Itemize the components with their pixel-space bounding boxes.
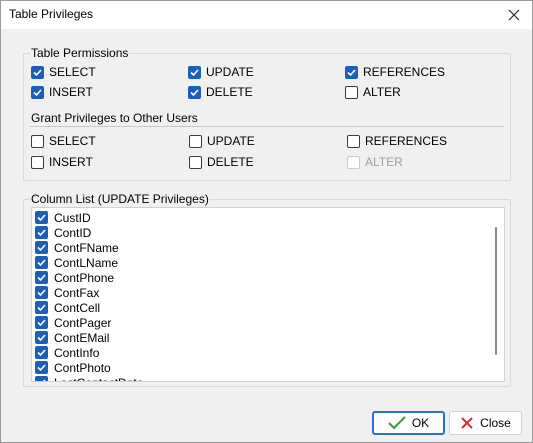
column-list-item[interactable]: ContFName: [35, 240, 119, 255]
close-icon[interactable]: [504, 5, 524, 25]
column-list-item[interactable]: ContPhone: [35, 270, 114, 285]
grant-privileges-legend: Grant Privileges to Other Users: [30, 111, 199, 125]
column-name: ContFax: [54, 285, 100, 300]
perm-references-checkbox[interactable]: REFERENCES: [345, 64, 445, 80]
column-list-item[interactable]: ContCell: [35, 300, 100, 315]
column-name: ContLName: [54, 255, 119, 270]
ok-button[interactable]: OK: [372, 411, 445, 435]
window-title: Table Privileges: [9, 7, 94, 21]
grant-insert-checkbox[interactable]: INSERT: [31, 154, 93, 170]
checkbox-checked-icon[interactable]: [35, 361, 48, 374]
column-name: ContEMail: [54, 330, 110, 345]
column-list-item[interactable]: ContEMail: [35, 330, 109, 345]
grant-alter-checkbox: ALTER: [347, 154, 403, 170]
checkbox-checked-icon[interactable]: [35, 316, 48, 329]
perm-select-checkbox[interactable]: SELECT: [31, 64, 96, 80]
column-list-item[interactable]: ContID: [35, 225, 91, 240]
checkbox-unchecked-icon: [347, 134, 360, 148]
perm-update-checkbox[interactable]: UPDATE: [188, 64, 254, 80]
close-x-icon: [460, 416, 474, 430]
perm-delete-label: DELETE: [206, 85, 253, 99]
checkbox-checked-icon[interactable]: [35, 376, 48, 381]
column-name: LastContactDate: [54, 376, 143, 382]
checkbox-unchecked-icon: [189, 155, 202, 169]
table-permissions-legend: Table Permissions: [30, 46, 130, 60]
close-button-label: Close: [480, 416, 511, 430]
grant-insert-label: INSERT: [49, 155, 93, 169]
column-listbox[interactable]: CustID ContID ContFName ContLName ContPhone C…: [31, 207, 505, 382]
column-name: ContPager: [54, 315, 112, 330]
perm-insert-checkbox[interactable]: INSERT: [31, 84, 93, 100]
grant-select-label: SELECT: [49, 134, 96, 148]
column-name: ContFName: [54, 240, 119, 255]
column-list-legend: Column List (UPDATE Privileges): [30, 192, 210, 206]
column-name: ContInfo: [54, 345, 100, 360]
close-button[interactable]: Close: [449, 411, 522, 435]
perm-insert-label: INSERT: [49, 85, 93, 99]
column-list-item[interactable]: ContInfo: [35, 345, 99, 360]
column-list-item[interactable]: CustID: [35, 210, 91, 225]
checkbox-checked-icon[interactable]: [35, 301, 48, 314]
checkbox-checked-icon[interactable]: [35, 271, 48, 284]
table-privileges-dialog: Table Privileges Table Permissions Grant…: [0, 0, 533, 443]
column-list-item[interactable]: LastContactDate: [35, 375, 143, 382]
checkbox-checked-icon: [31, 65, 44, 79]
perm-alter-label: ALTER: [363, 85, 401, 99]
checkbox-checked-icon[interactable]: [35, 226, 48, 239]
perm-select-label: SELECT: [49, 65, 96, 79]
checkbox-checked-icon: [345, 65, 358, 79]
ok-button-label: OK: [411, 416, 430, 430]
checkbox-checked-icon: [31, 85, 44, 99]
column-name: ContCell: [54, 300, 101, 315]
checkbox-checked-icon[interactable]: [35, 241, 48, 254]
column-list-scroll-thumb[interactable]: [495, 227, 497, 355]
perm-delete-checkbox[interactable]: DELETE: [188, 84, 253, 100]
grant-update-label: UPDATE: [207, 134, 255, 148]
checkbox-unchecked-icon: [189, 134, 202, 148]
column-name: ContPhoto: [54, 360, 111, 375]
checkbox-checked-icon: [188, 65, 201, 79]
checkbox-checked-icon[interactable]: [35, 331, 48, 344]
checkbox-checked-icon[interactable]: [35, 346, 48, 359]
column-name: ContPhone: [54, 270, 115, 285]
checkbox-unchecked-icon: [31, 155, 44, 169]
column-list-item[interactable]: ContFax: [35, 285, 99, 300]
dialog-footer: OK Close: [1, 404, 532, 442]
column-list-item[interactable]: ContLName: [35, 255, 118, 270]
checkbox-unchecked-icon: [345, 85, 358, 99]
grant-references-label: REFERENCES: [365, 134, 448, 148]
grant-references-checkbox[interactable]: REFERENCES: [347, 133, 447, 149]
column-name: CustID: [54, 210, 91, 225]
checkbox-checked-icon: [188, 85, 201, 99]
checkbox-checked-icon[interactable]: [35, 256, 48, 269]
title-bar: Table Privileges: [1, 1, 532, 29]
perm-alter-checkbox[interactable]: ALTER: [345, 84, 401, 100]
column-list-item[interactable]: ContPhoto: [35, 360, 111, 375]
grant-alter-label: ALTER: [365, 155, 403, 169]
checkbox-checked-icon[interactable]: [35, 286, 48, 299]
ok-check-icon: [388, 416, 406, 430]
perm-update-label: UPDATE: [206, 65, 254, 79]
perm-references-label: REFERENCES: [363, 65, 446, 79]
column-list-scrollbar[interactable]: [490, 210, 502, 379]
checkbox-checked-icon[interactable]: [35, 211, 48, 224]
column-list-item[interactable]: ContPager: [35, 315, 111, 330]
grant-delete-checkbox[interactable]: DELETE: [189, 154, 254, 170]
grant-delete-label: DELETE: [207, 155, 254, 169]
checkbox-unchecked-icon: [31, 134, 44, 148]
grant-update-checkbox[interactable]: UPDATE: [189, 133, 255, 149]
grant-select-checkbox[interactable]: SELECT: [31, 133, 96, 149]
checkbox-unchecked-icon: [347, 155, 360, 169]
column-name: ContID: [54, 225, 92, 240]
grant-privileges-separator: [30, 126, 504, 127]
